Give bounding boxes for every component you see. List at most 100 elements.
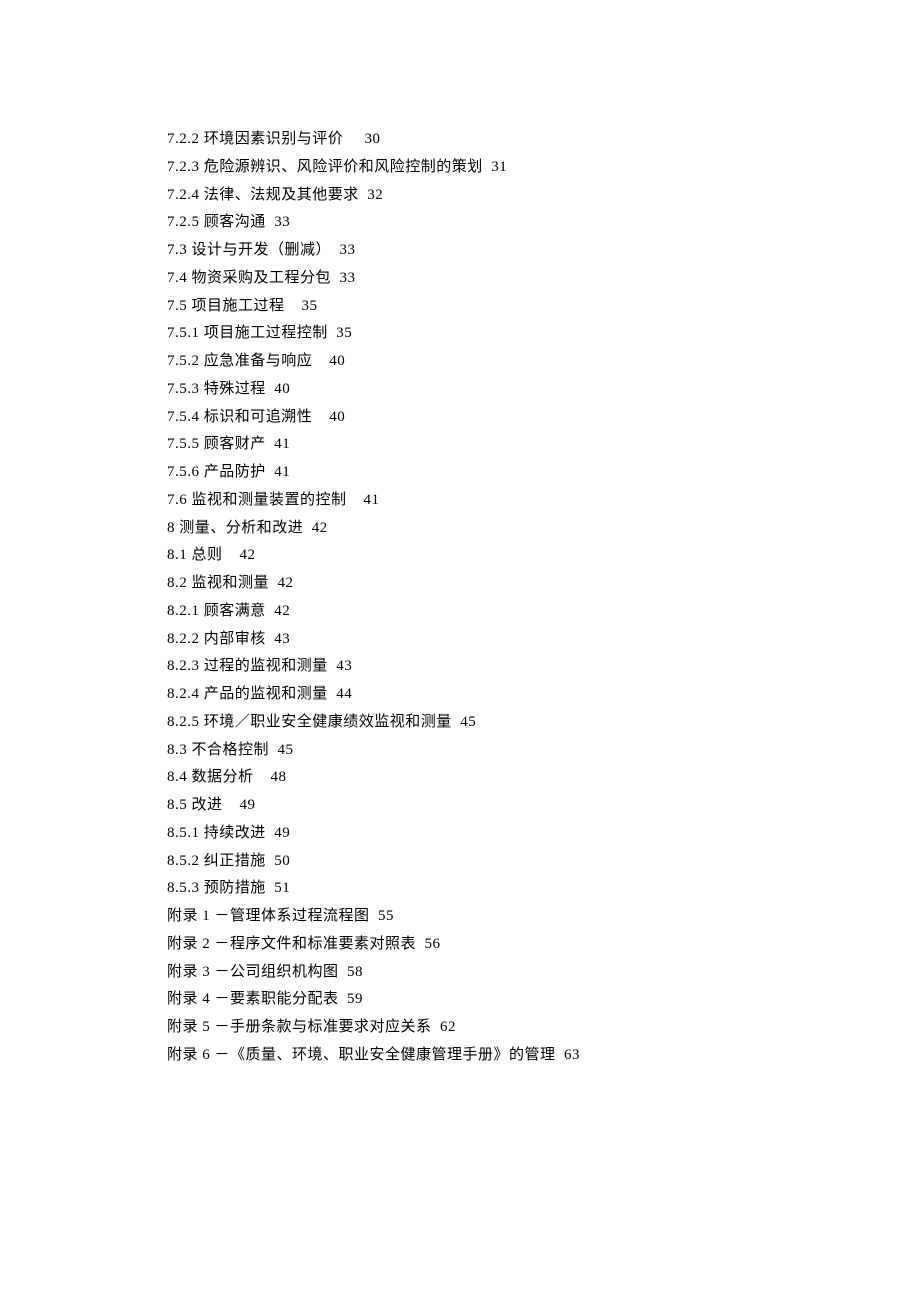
toc-section-number: 8 xyxy=(167,520,175,536)
toc-title: 预防措施 xyxy=(204,880,266,896)
toc-entry: 7.2.2 环境因素识别与评价 30 xyxy=(167,126,920,154)
toc-section-number: 7.5.6 xyxy=(167,464,200,480)
toc-gap xyxy=(223,547,240,563)
toc-page-number: 33 xyxy=(340,270,356,286)
toc-title: 应急准备与响应 xyxy=(204,353,313,369)
toc-entry: 附录 3 －公司组织机构图 58 xyxy=(167,959,920,987)
toc-section-number: 8.2 xyxy=(167,575,187,591)
toc-title: 顾客沟通 xyxy=(204,214,266,230)
toc-page-number: 63 xyxy=(564,1047,580,1063)
toc-section-number: 7.5.4 xyxy=(167,409,200,425)
toc-title: 产品的监视和测量 xyxy=(204,686,328,702)
toc-page-number: 32 xyxy=(367,187,383,203)
toc-section-number: 附录 5 xyxy=(167,1019,210,1035)
toc-title: －管理体系过程流程图 xyxy=(215,908,370,924)
toc-section-number: 7.5.5 xyxy=(167,436,200,452)
toc-title: 持续改进 xyxy=(204,825,266,841)
toc-page-number: 41 xyxy=(274,436,290,452)
toc-title: 标识和可追溯性 xyxy=(204,409,313,425)
toc-page-number: 42 xyxy=(240,547,256,563)
toc-gap xyxy=(266,464,275,480)
toc-page-number: 58 xyxy=(347,964,363,980)
toc-title: 产品防护 xyxy=(204,464,266,480)
toc-page-number: 42 xyxy=(274,603,290,619)
toc-page-number: 40 xyxy=(329,409,345,425)
toc-page-number: 31 xyxy=(491,159,507,175)
toc-title: 不合格控制 xyxy=(192,742,270,758)
toc-section-number: 8.4 xyxy=(167,769,187,785)
toc-page-number: 49 xyxy=(240,797,256,813)
toc-gap xyxy=(347,492,364,508)
toc-section-number: 7.4 xyxy=(167,270,187,286)
toc-gap xyxy=(312,353,329,369)
toc-entry: 附录 4 －要素职能分配表 59 xyxy=(167,986,920,1014)
toc-gap xyxy=(343,131,364,147)
toc-gap xyxy=(266,825,275,841)
toc-gap xyxy=(339,991,348,1007)
toc-page-number: 45 xyxy=(460,714,476,730)
toc-gap xyxy=(452,714,461,730)
toc-entry: 附录 1 －管理体系过程流程图 55 xyxy=(167,903,920,931)
toc-gap xyxy=(266,436,275,452)
toc-section-number: 7.2.4 xyxy=(167,187,200,203)
toc-section-number: 8.3 xyxy=(167,742,187,758)
toc-section-number: 7.5.1 xyxy=(167,325,200,341)
toc-page-number: 50 xyxy=(274,853,290,869)
toc-page-number: 33 xyxy=(274,214,290,230)
toc-entry: 8.2.2 内部审核 43 xyxy=(167,626,920,654)
toc-entry: 7.5.6 产品防护 41 xyxy=(167,459,920,487)
toc-gap xyxy=(303,520,312,536)
toc-section-number: 附录 4 xyxy=(167,991,210,1007)
toc-title: 纠正措施 xyxy=(204,853,266,869)
toc-title: 环境／职业安全健康绩效监视和测量 xyxy=(204,714,452,730)
toc-title: 设计与开发（删减） xyxy=(192,242,332,258)
toc-page-number: 41 xyxy=(364,492,380,508)
toc-title: 顾客财产 xyxy=(204,436,266,452)
toc-title: 监视和测量 xyxy=(192,575,270,591)
toc-title: 总则 xyxy=(192,547,223,563)
toc-gap xyxy=(432,1019,441,1035)
toc-gap xyxy=(328,686,337,702)
toc-section-number: 7.5 xyxy=(167,298,187,314)
toc-page-number: 40 xyxy=(329,353,345,369)
toc-gap xyxy=(328,325,337,341)
toc-title: 特殊过程 xyxy=(204,381,266,397)
toc-title: 危险源辨识、风险评价和风险控制的策划 xyxy=(204,159,483,175)
toc-entry: 7.2.3 危险源辨识、风险评价和风险控制的策划 31 xyxy=(167,154,920,182)
toc-title: 项目施工过程 xyxy=(192,298,285,314)
toc-section-number: 8.2.3 xyxy=(167,658,200,674)
toc-page-number: 41 xyxy=(274,464,290,480)
toc-gap xyxy=(269,575,278,591)
toc-gap xyxy=(416,936,425,952)
toc-gap xyxy=(331,242,340,258)
toc-entry: 附录 5 －手册条款与标准要求对应关系 62 xyxy=(167,1014,920,1042)
toc-entry: 8.2 监视和测量 42 xyxy=(167,570,920,598)
toc-page-number: 48 xyxy=(271,769,287,785)
toc-entry: 8.5 改进 49 xyxy=(167,792,920,820)
toc-page-number: 33 xyxy=(340,242,356,258)
toc-entry: 8.2.5 环境／职业安全健康绩效监视和测量 45 xyxy=(167,709,920,737)
toc-title: 内部审核 xyxy=(204,631,266,647)
toc-gap xyxy=(331,270,340,286)
toc-section-number: 7.5.3 xyxy=(167,381,200,397)
toc-entry: 8.2.3 过程的监视和测量 43 xyxy=(167,653,920,681)
toc-page-number: 42 xyxy=(278,575,294,591)
toc-section-number: 7.2.5 xyxy=(167,214,200,230)
toc-gap xyxy=(254,769,271,785)
toc-page-number: 56 xyxy=(425,936,441,952)
toc-gap xyxy=(328,658,337,674)
toc-section-number: 8.2.1 xyxy=(167,603,200,619)
toc-section-number: 8.1 xyxy=(167,547,187,563)
toc-entry: 8.5.1 持续改进 49 xyxy=(167,820,920,848)
toc-gap xyxy=(266,214,275,230)
toc-gap xyxy=(266,381,275,397)
toc-page-number: 42 xyxy=(312,520,328,536)
toc-page-number: 44 xyxy=(336,686,352,702)
toc-entry: 7.5 项目施工过程 35 xyxy=(167,293,920,321)
toc-title: 项目施工过程控制 xyxy=(204,325,328,341)
toc-entry: 附录 2 －程序文件和标准要素对照表 56 xyxy=(167,931,920,959)
toc-section-number: 7.3 xyxy=(167,242,187,258)
toc-entry: 8.2.1 顾客满意 42 xyxy=(167,598,920,626)
toc-title: 物资采购及工程分包 xyxy=(192,270,332,286)
toc-section-number: 附录 1 xyxy=(167,908,210,924)
